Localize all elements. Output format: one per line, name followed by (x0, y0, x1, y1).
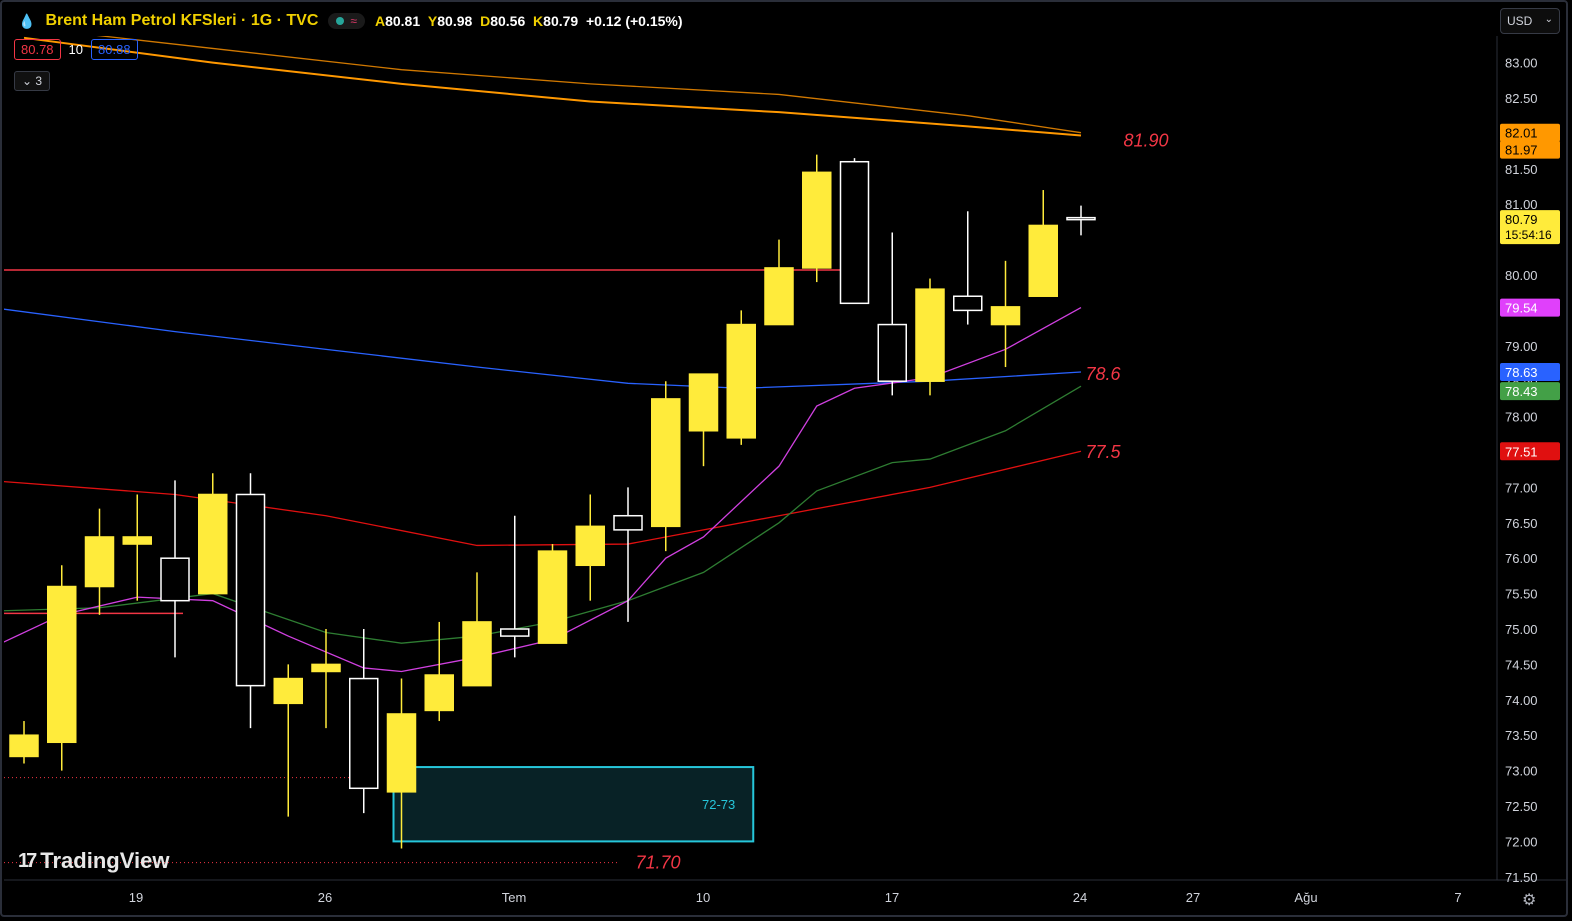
y-axis-tick: 73.00 (1505, 764, 1538, 779)
delay-icon: ≈ (350, 14, 357, 28)
y-axis-tick: 74.50 (1505, 657, 1538, 672)
y-axis-tick: 80.00 (1505, 268, 1538, 283)
y-axis-tick: 83.00 (1505, 56, 1538, 71)
candle-body (235, 493, 266, 687)
x-axis-tick: 24 (1073, 890, 1087, 905)
x-axis-tick: 17 (885, 890, 899, 905)
price-label: 79.54 (1505, 301, 1538, 316)
candle-body (1066, 216, 1096, 221)
gear-icon[interactable]: ⚙ (1522, 890, 1536, 910)
y-axis-tick: 79.00 (1505, 339, 1538, 354)
drop-icon: 💧 (18, 12, 36, 29)
candle-body (651, 398, 681, 528)
price-annotation: 77.5 (1085, 442, 1121, 462)
x-axis-tick: 10 (696, 890, 710, 905)
trade-panel: 80.78 10 80.88 (14, 39, 138, 60)
y-axis-tick: 81.50 (1505, 162, 1538, 177)
candle-body (462, 621, 492, 687)
y-axis-tick: 76.50 (1505, 516, 1538, 531)
moving-average-orange (23, 36, 1082, 137)
y-axis-tick: 77.00 (1505, 480, 1538, 495)
zone-label: 72-73 (702, 797, 735, 812)
currency-select[interactable]: USD ⌄ (1500, 8, 1560, 34)
x-axis-tick: 19 (129, 890, 143, 905)
countdown-label: 15:54:16 (1505, 228, 1552, 242)
y-axis-tick: 71.50 (1505, 870, 1538, 885)
candle-body (877, 323, 907, 382)
candle-body (84, 536, 115, 588)
candle-body (575, 525, 605, 567)
candle-body (726, 323, 756, 439)
price-annotation: 78.6 (1085, 364, 1121, 384)
candle-body (424, 674, 454, 712)
chevron-down-icon: ⌄ (22, 74, 33, 88)
y-axis-tick: 74.00 (1505, 693, 1538, 708)
buy-button[interactable]: 80.88 (91, 39, 138, 60)
market-status-badge[interactable]: ≈ (328, 13, 365, 29)
price-label: 82.01 (1505, 126, 1538, 141)
status-dot-icon (336, 17, 345, 25)
price-label: 81.97 (1505, 143, 1538, 158)
price-label: 78.43 (1505, 384, 1538, 399)
candle-body (47, 585, 77, 744)
candle-body (386, 713, 417, 793)
spread-value: 10 (68, 42, 84, 57)
candle-body (311, 663, 341, 673)
symbol-title[interactable]: Brent Ham Petrol KFSleri · 1G · TVC (45, 12, 318, 30)
y-axis-tick: 73.50 (1505, 728, 1538, 743)
candle-body (198, 493, 228, 595)
candle-body (839, 160, 870, 305)
tradingview-logo: 17 TradingView (18, 848, 170, 873)
candle-body (915, 288, 945, 382)
y-axis-tick: 72.50 (1505, 799, 1538, 814)
candle-body (1028, 224, 1058, 297)
candle-body (9, 734, 39, 758)
candle-body (122, 536, 152, 545)
price-label: 78.63 (1505, 365, 1538, 380)
x-axis-tick: 27 (1186, 890, 1200, 905)
y-axis-tick: 72.00 (1505, 834, 1538, 849)
indicators-toggle[interactable]: ⌄ 3 (14, 71, 51, 91)
x-axis-tick: Tem (502, 890, 527, 905)
price-label: 77.51 (1505, 444, 1538, 459)
tv-logo-icon: 17 (18, 849, 37, 872)
candle-body (953, 295, 983, 312)
x-axis-tick: Ağu (1294, 890, 1317, 905)
candle-body (160, 557, 190, 602)
ohlc-values: A80.81 Y80.98 D80.56 K80.79 +0.12 (+0.15… (374, 13, 683, 29)
x-axis-tick: 7 (1454, 890, 1461, 905)
support-zone-box (392, 766, 755, 843)
y-axis-tick: 78.00 (1505, 410, 1538, 425)
y-axis-tick: 82.50 (1505, 91, 1538, 106)
moving-average-orange_thin (96, 36, 1082, 134)
price-chart[interactable]: 72-7381.9078.677.571.7083.0082.5082.0081… (0, 0, 1572, 921)
sell-button[interactable]: 80.78 (14, 39, 61, 60)
y-axis-tick: 76.00 (1505, 551, 1538, 566)
symbol-header: 💧 Brent Ham Petrol KFSleri · 1G · TVC ≈ … (18, 10, 683, 32)
candle-body (273, 677, 303, 705)
candle-body (613, 514, 643, 531)
y-axis-tick: 81.00 (1505, 197, 1538, 212)
price-annotation: 71.70 (635, 853, 680, 873)
chevron-down-icon: ⌄ (1544, 14, 1553, 25)
price-change: +0.12 (+0.15%) (586, 13, 683, 29)
candle-body (990, 306, 1021, 326)
candle-body (349, 677, 379, 790)
plot-area: 72-73 81.90 78.6 77.5 71.70 (4, 36, 1169, 873)
price-annotation: 81.90 (1123, 130, 1168, 150)
price-label: 80.79 (1505, 212, 1538, 227)
candle-body (537, 550, 568, 644)
y-axis-tick: 75.50 (1505, 587, 1538, 602)
y-axis-tick: 75.00 (1505, 622, 1538, 637)
candle-body (764, 267, 794, 326)
candle-body (688, 373, 719, 432)
moving-average-red (4, 450, 1082, 547)
x-axis-tick: 26 (318, 890, 332, 905)
candle-body (500, 628, 530, 637)
candle-body (802, 171, 832, 269)
